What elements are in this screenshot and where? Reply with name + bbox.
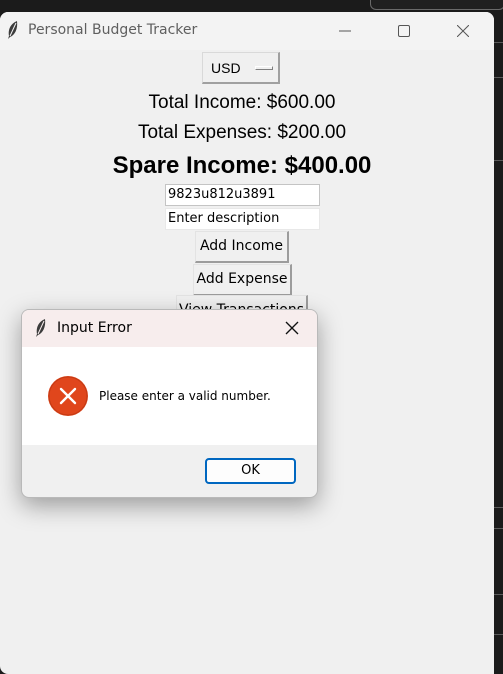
desktop-divider bbox=[494, 634, 503, 635]
feather-icon bbox=[8, 21, 18, 39]
feather-icon bbox=[36, 319, 46, 337]
dialog-title-bar[interactable]: Input Error bbox=[22, 310, 317, 347]
description-input[interactable]: Enter description bbox=[165, 208, 320, 230]
desktop-divider bbox=[494, 528, 503, 529]
desktop-divider bbox=[494, 160, 503, 161]
total-income-label: Total Income: $600.00 bbox=[148, 92, 336, 113]
title-bar[interactable]: Personal Budget Tracker bbox=[0, 12, 494, 50]
add-income-button[interactable]: Add Income bbox=[195, 231, 289, 263]
maximize-icon bbox=[398, 25, 410, 37]
close-button[interactable] bbox=[440, 12, 486, 50]
maximize-button[interactable] bbox=[381, 12, 427, 50]
ok-button[interactable]: OK bbox=[205, 458, 296, 484]
dropdown-indicator-icon bbox=[255, 66, 273, 70]
dialog-title: Input Error bbox=[57, 320, 132, 336]
desktop-divider bbox=[494, 507, 503, 508]
error-icon bbox=[48, 376, 88, 416]
desktop-divider bbox=[494, 594, 503, 595]
minimize-icon bbox=[339, 30, 351, 32]
add-expense-button[interactable]: Add Expense bbox=[193, 264, 292, 296]
amount-input[interactable]: 9823u812u3891 bbox=[165, 184, 320, 206]
window-title: Personal Budget Tracker bbox=[28, 22, 198, 38]
total-expenses-label: Total Expenses: $200.00 bbox=[137, 122, 347, 143]
spare-income-label: Spare Income: $400.00 bbox=[112, 152, 372, 179]
desktop-divider bbox=[494, 42, 503, 43]
close-icon[interactable] bbox=[284, 320, 300, 336]
dialog-message: Please enter a valid number. bbox=[99, 389, 271, 403]
desktop-divider bbox=[494, 77, 503, 78]
dialog-body: Please enter a valid number. bbox=[22, 347, 317, 445]
minimize-button[interactable] bbox=[322, 12, 368, 50]
currency-value: USD bbox=[211, 60, 241, 76]
currency-dropdown[interactable]: USD bbox=[202, 52, 280, 84]
input-error-dialog: Input Error Please enter a valid number.… bbox=[21, 309, 318, 498]
close-icon bbox=[457, 25, 469, 37]
desktop-taskbar-fragment bbox=[370, 0, 503, 10]
